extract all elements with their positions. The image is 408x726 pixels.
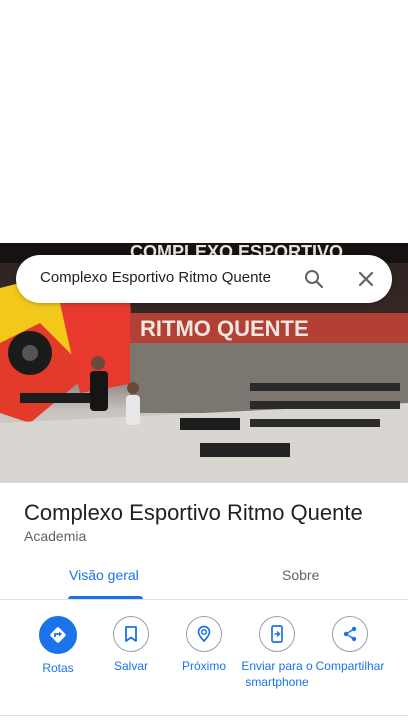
save-label: Salvar	[113, 659, 148, 673]
bottom-divider	[0, 715, 408, 716]
nearby-icon	[186, 616, 222, 652]
tab-overview[interactable]: Visão geral	[69, 567, 139, 583]
tabs-divider	[0, 599, 408, 600]
send-to-phone-label: Enviar para o smartphone	[241, 659, 313, 689]
photo-banner-bottom: RITMO QUENTE	[140, 316, 309, 341]
share-button[interactable]: Compartilhar	[312, 616, 388, 674]
send-to-phone-button[interactable]: Enviar para o smartphone	[239, 616, 315, 690]
nearby-button[interactable]: Próximo	[166, 616, 242, 674]
bookmark-icon	[113, 616, 149, 652]
place-category: Academia	[24, 528, 87, 544]
directions-button[interactable]: Rotas	[20, 616, 96, 676]
save-button[interactable]: Salvar	[93, 616, 169, 674]
close-icon[interactable]	[354, 267, 378, 291]
nearby-label: Próximo	[181, 659, 226, 673]
search-icon[interactable]	[302, 267, 326, 291]
send-to-phone-icon	[259, 616, 295, 652]
share-label: Compartilhar	[315, 659, 385, 673]
share-icon	[332, 616, 368, 652]
search-bar[interactable]: Complexo Esportivo Ritmo Quente	[16, 255, 392, 303]
directions-icon	[39, 616, 77, 654]
search-input[interactable]: Complexo Esportivo Ritmo Quente	[40, 269, 271, 286]
place-title: Complexo Esportivo Ritmo Quente	[24, 500, 363, 525]
directions-label: Rotas	[42, 661, 74, 675]
tab-about[interactable]: Sobre	[282, 567, 319, 583]
